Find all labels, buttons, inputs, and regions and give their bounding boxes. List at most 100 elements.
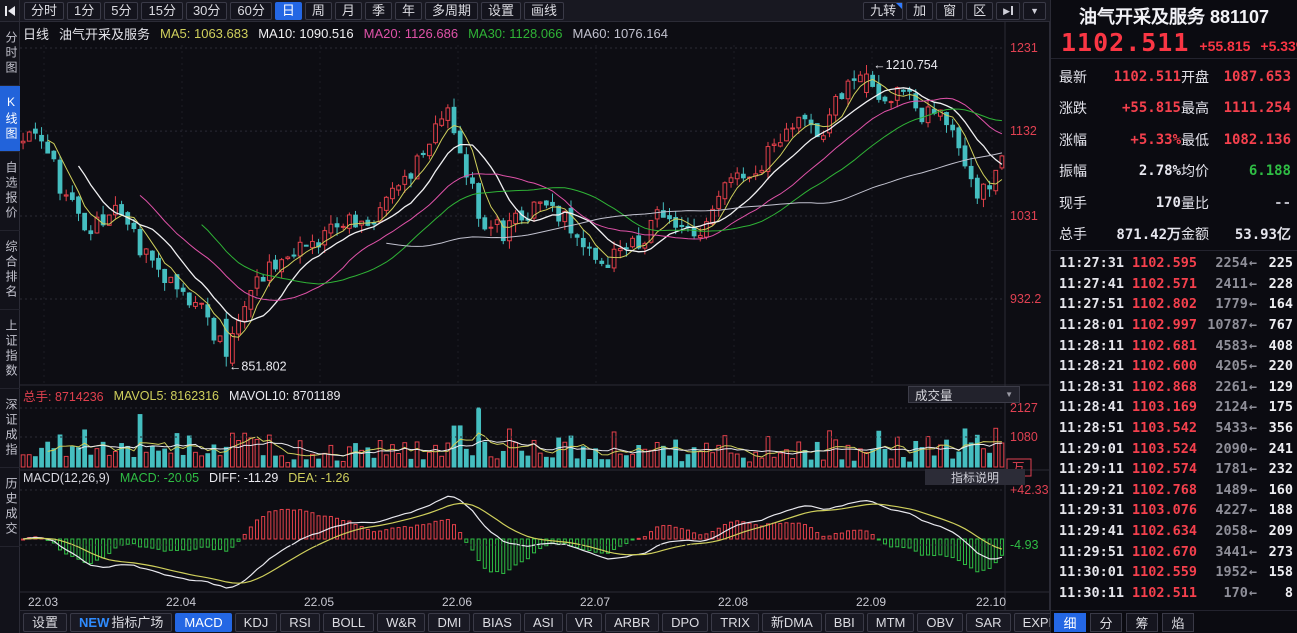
trade-volume: 2254← <box>1197 255 1257 271</box>
period-button-日[interactable]: 日 <box>275 2 302 20</box>
indicator-button-ARBR[interactable]: ARBR <box>605 613 659 632</box>
indicator-help-button[interactable]: 指标说明 <box>925 469 1025 485</box>
period-button-多周期[interactable]: 多周期 <box>425 2 478 20</box>
period-button-季[interactable]: 季 <box>365 2 392 20</box>
trade-row: 11:28:211102.6004205←220 <box>1059 356 1293 377</box>
indicator-button-BBI[interactable]: BBI <box>825 613 864 632</box>
indicator-button-SAR[interactable]: SAR <box>966 613 1011 632</box>
trade-time: 11:29:51 <box>1059 544 1123 560</box>
quote-info-row-0: 最新1102.511开盘1087.653 <box>1059 61 1291 93</box>
trade-direction-arrow-icon: ← <box>1249 276 1257 292</box>
trade-volume: 4205← <box>1197 358 1257 374</box>
trade-row: 11:29:511102.6703441←273 <box>1059 541 1293 562</box>
trade-price: 1102.802 <box>1123 296 1197 312</box>
trade-row: 11:27:511102.8021779←164 <box>1059 294 1293 315</box>
period-button-5分[interactable]: 5分 <box>104 2 138 20</box>
tool-button-加[interactable]: 加 <box>906 2 933 20</box>
trade-count: 408 <box>1257 338 1293 354</box>
collapse-sidebar-button[interactable] <box>0 0 20 22</box>
indicator-button-W&R[interactable]: W&R <box>377 613 425 632</box>
sidebar-item-自选报价[interactable]: 自选报价 <box>0 152 20 231</box>
trade-price: 1102.574 <box>1123 461 1197 477</box>
tool-button-窗[interactable]: 窗 <box>936 2 963 20</box>
trade-direction-arrow-icon: ← <box>1249 358 1257 374</box>
price-change: +55.815 <box>1199 38 1250 54</box>
quote-info-row-1: 涨跌+55.815最高1111.254 <box>1059 93 1291 125</box>
quote-value-涨幅: +5.33% <box>1095 132 1181 148</box>
trade-price: 1102.868 <box>1123 379 1197 395</box>
trade-time: 11:29:21 <box>1059 482 1123 498</box>
tool-button-区[interactable]: 区 <box>966 2 993 20</box>
indicator-button-MTM[interactable]: MTM <box>867 613 915 632</box>
indicator-button-新DMA[interactable]: 新DMA <box>762 613 822 632</box>
trade-direction-arrow-icon: ← <box>1249 502 1257 518</box>
trade-volume: 2411← <box>1197 276 1257 292</box>
pop-out-button[interactable]: ▶ <box>996 2 1020 20</box>
period-button-设置[interactable]: 设置 <box>481 2 521 20</box>
indicator-button-OBV[interactable]: OBV <box>917 613 962 632</box>
indicator-button-BIAS[interactable]: BIAS <box>473 613 521 632</box>
volume-legend-item-0: 总手: 8714236 <box>23 386 104 405</box>
indicator-button-KDJ[interactable]: KDJ <box>235 613 278 632</box>
period-button-60分[interactable]: 60分 <box>230 2 271 20</box>
quote-tab-分[interactable]: 分 <box>1090 613 1122 632</box>
sidebar-item-分时图[interactable]: 分时图 <box>0 22 20 86</box>
trade-price: 1103.524 <box>1123 441 1197 457</box>
trade-count: 767 <box>1257 317 1293 333</box>
quote-tab-焰[interactable]: 焰 <box>1162 613 1194 632</box>
trade-volume: 4583← <box>1197 338 1257 354</box>
volume-header: 总手: 8714236MAVOL5: 8162316MAVOL10: 87011… <box>23 386 340 405</box>
trade-count: 158 <box>1257 564 1293 580</box>
indicator-button-BOLL[interactable]: BOLL <box>323 613 374 632</box>
ma-legend-item-1: MA10: 1090.516 <box>258 26 353 41</box>
trade-price: 1102.559 <box>1123 564 1197 580</box>
period-button-年[interactable]: 年 <box>395 2 422 20</box>
svg-text:2127: 2127 <box>1010 401 1038 415</box>
new-badge: NEW <box>79 615 109 630</box>
trade-volume: 1779← <box>1197 296 1257 312</box>
volume-dropdown-label: 成交量 <box>915 385 953 404</box>
chevron-down-icon: ▼ <box>1005 390 1013 399</box>
sidebar-item-K线图[interactable]: K线图 <box>0 86 20 152</box>
indicator-button-MACD[interactable]: MACD <box>175 613 231 632</box>
kline-chart-canvas[interactable]: 22.0322.0422.0522.0622.0722.0822.0922.10… <box>20 22 1050 610</box>
indicator-plaza-button[interactable]: NEW指标广场 <box>70 613 172 632</box>
volume-legend-item-2: MAVOL10: 8701189 <box>229 389 340 403</box>
period-button-30分[interactable]: 30分 <box>186 2 227 20</box>
tool-button-九转[interactable]: 九转 <box>863 2 903 20</box>
sidebar-item-综合排名[interactable]: 综合排名 <box>0 231 20 310</box>
quote-info-row-4: 现手170量比-- <box>1059 187 1291 219</box>
indicator-button-DMI[interactable]: DMI <box>428 613 470 632</box>
svg-text:1231: 1231 <box>1010 41 1038 55</box>
stock-trading-app: 分时1分5分15分30分60分日周月季年多周期设置画线 九转加窗区 ▶ ▼ 分时… <box>0 0 1297 633</box>
period-button-1分[interactable]: 1分 <box>67 2 101 20</box>
macd-header: MACD(12,26,9)MACD: -20.05DIFF: -11.29DEA… <box>23 471 349 485</box>
trade-direction-arrow-icon: ← <box>1249 523 1257 539</box>
quote-tab-筹[interactable]: 筹 <box>1126 613 1158 632</box>
quote-tab-细[interactable]: 细 <box>1054 613 1086 632</box>
tick-trade-list[interactable]: 11:27:311102.5952254←22511:27:411102.571… <box>1051 251 1297 603</box>
indicator-button-VR[interactable]: VR <box>566 613 602 632</box>
indicator-button-RSI[interactable]: RSI <box>280 613 320 632</box>
trade-count: 175 <box>1257 399 1293 415</box>
indicator-settings-button[interactable]: 设置 <box>23 613 67 632</box>
nine-turn-corner-badge <box>896 3 902 9</box>
svg-text:932.2: 932.2 <box>1010 292 1041 306</box>
volume-indicator-dropdown[interactable]: 成交量 ▼ <box>908 386 1020 403</box>
svg-text:-4.93: -4.93 <box>1010 538 1039 552</box>
period-button-分时[interactable]: 分时 <box>24 2 64 20</box>
svg-text:22.03: 22.03 <box>28 595 58 609</box>
kline-header: 日线 油气开采及服务 MA5: 1063.683MA10: 1090.516MA… <box>23 24 668 43</box>
sidebar-item-深证成指[interactable]: 深证成指 <box>0 389 20 468</box>
indicator-button-ASI[interactable]: ASI <box>524 613 563 632</box>
period-button-月[interactable]: 月 <box>335 2 362 20</box>
period-button-15分[interactable]: 15分 <box>141 2 182 20</box>
indicator-button-TRIX[interactable]: TRIX <box>711 613 759 632</box>
sidebar-item-上证指数[interactable]: 上证指数 <box>0 310 20 389</box>
period-button-画线[interactable]: 画线 <box>524 2 564 20</box>
quote-label-量比: 量比 <box>1181 193 1217 213</box>
sidebar-item-历史成交[interactable]: 历史成交 <box>0 468 20 547</box>
toolbar-dropdown-button[interactable]: ▼ <box>1023 2 1046 20</box>
period-button-周[interactable]: 周 <box>305 2 332 20</box>
indicator-button-DPO[interactable]: DPO <box>662 613 708 632</box>
